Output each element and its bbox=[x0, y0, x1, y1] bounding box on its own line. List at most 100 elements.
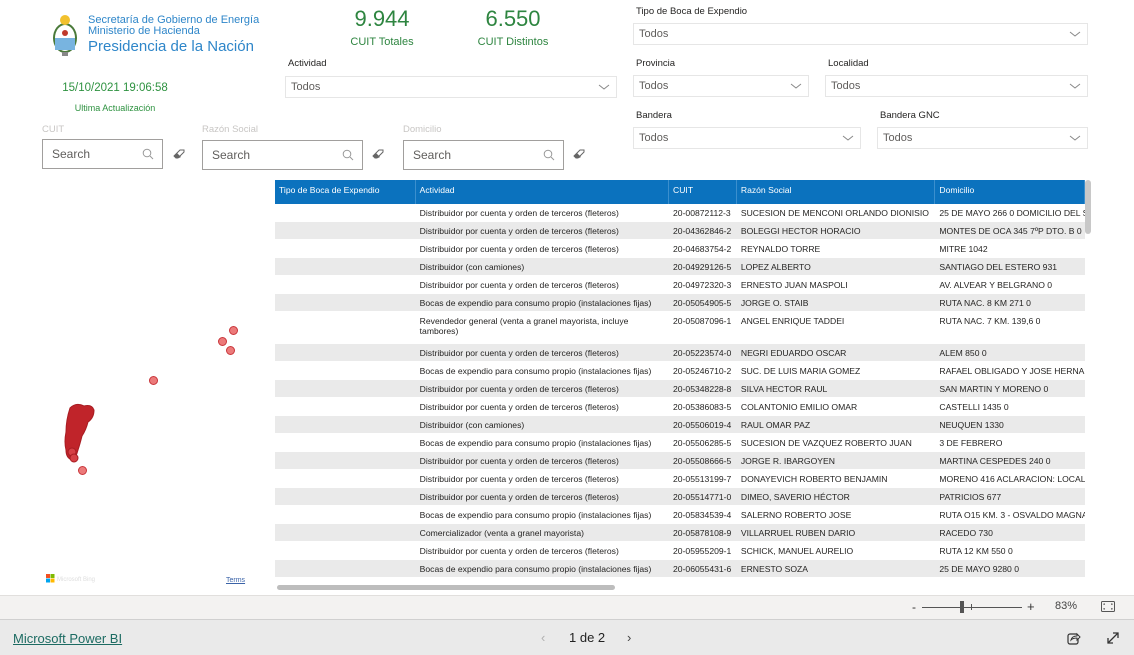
zoom-out-button[interactable]: - bbox=[912, 600, 916, 614]
cell-domicilio: 25 DE MAYO 266 0 DOMICILIO DEL S bbox=[939, 208, 1085, 218]
cell-actividad: Distribuidor por cuenta y orden de terce… bbox=[419, 280, 619, 290]
column-header-domicilio[interactable]: Domicilio bbox=[935, 180, 1085, 204]
kpi-cuit-distintos: 6.550 CUIT Distintos bbox=[453, 6, 573, 48]
map-marker[interactable] bbox=[218, 337, 227, 346]
actividad-label: Actividad bbox=[288, 58, 327, 69]
share-icon[interactable] bbox=[1067, 631, 1081, 645]
tipo-boca-dropdown[interactable]: Todos bbox=[633, 23, 1088, 45]
cell-actividad: Bocas de expendio para consumo propio (i… bbox=[419, 510, 652, 520]
table-row[interactable]: Distribuidor por cuenta y orden de terce… bbox=[275, 222, 1085, 240]
cell-domicilio: NEUQUEN 1330 bbox=[939, 420, 1004, 430]
cell-tipo-boca bbox=[275, 362, 416, 379]
table-row[interactable]: Bocas de expendio para consumo propio (i… bbox=[275, 434, 1085, 452]
table-row[interactable]: Distribuidor por cuenta y orden de terce… bbox=[275, 470, 1085, 488]
zoom-slider-track[interactable] bbox=[922, 607, 1022, 608]
domicilio-search-input[interactable]: Search bbox=[403, 140, 564, 170]
cell-razon-social: ANGEL ENRIQUE TADDEI bbox=[740, 316, 845, 326]
bandera-label: Bandera bbox=[636, 110, 672, 121]
cell-domicilio: MARTINA CESPEDES 240 0 bbox=[939, 456, 1051, 466]
cell-domicilio: SANTIAGO DEL ESTERO 931 bbox=[939, 262, 1058, 272]
cell-cuit: 20-04929126-5 bbox=[673, 262, 732, 272]
next-page-button[interactable]: › bbox=[627, 630, 631, 645]
dropdown-value: Todos bbox=[639, 28, 669, 40]
chevron-down-icon bbox=[790, 83, 802, 89]
search-placeholder: Search bbox=[52, 147, 91, 161]
table-row[interactable]: Distribuidor por cuenta y orden de terce… bbox=[275, 276, 1085, 294]
table-row[interactable]: Bocas de expendio para consumo propio (i… bbox=[275, 362, 1085, 380]
column-header-razon-social[interactable]: Razón Social bbox=[737, 180, 936, 204]
map-marker[interactable] bbox=[78, 466, 87, 475]
table-row[interactable]: Bocas de expendio para consumo propio (i… bbox=[275, 294, 1085, 312]
bandera-dropdown[interactable]: Todos bbox=[633, 127, 861, 149]
map-marker[interactable] bbox=[149, 376, 158, 385]
cell-cuit: 20-05514771-0 bbox=[673, 492, 732, 502]
cell-razon-social: DONAYEVICH ROBERTO BENJAMIN bbox=[740, 474, 888, 484]
table-row[interactable]: Distribuidor por cuenta y orden de terce… bbox=[275, 344, 1085, 362]
domicilio-search-label: Domicilio bbox=[403, 124, 442, 135]
eraser-icon[interactable] bbox=[573, 149, 585, 159]
table-row[interactable]: Distribuidor por cuenta y orden de terce… bbox=[275, 380, 1085, 398]
zoom-slider-handle[interactable] bbox=[960, 601, 964, 613]
cell-tipo-boca bbox=[275, 542, 416, 559]
table-row[interactable]: Bocas de expendio para consumo propio (i… bbox=[275, 506, 1085, 524]
localidad-dropdown[interactable]: Todos bbox=[825, 75, 1088, 97]
table-vertical-scrollbar[interactable] bbox=[1085, 180, 1091, 580]
column-header-actividad[interactable]: Actividad bbox=[416, 180, 670, 204]
scrollbar-thumb[interactable] bbox=[1085, 180, 1091, 234]
power-bi-link[interactable]: Microsoft Power BI bbox=[13, 631, 122, 646]
table-row[interactable]: Revendedor general (venta a granel mayor… bbox=[275, 312, 1085, 344]
table-row[interactable]: Distribuidor por cuenta y orden de terce… bbox=[275, 488, 1085, 506]
cell-domicilio: ALEM 850 0 bbox=[939, 348, 987, 358]
table-row[interactable]: Distribuidor por cuenta y orden de terce… bbox=[275, 240, 1085, 258]
cell-domicilio: 3 DE FEBRERO bbox=[939, 438, 1003, 448]
table-row[interactable]: Distribuidor (con camiones) 20-04929126-5… bbox=[275, 258, 1085, 276]
fit-to-page-icon[interactable] bbox=[1101, 601, 1115, 612]
cell-cuit: 20-05386083-5 bbox=[673, 402, 732, 412]
column-header-cuit[interactable]: CUIT bbox=[669, 180, 737, 204]
cell-actividad: Distribuidor (con camiones) bbox=[419, 420, 525, 430]
chevron-down-icon bbox=[1069, 83, 1081, 89]
chevron-down-icon bbox=[1069, 135, 1081, 141]
cuit-search-label: CUIT bbox=[42, 124, 65, 135]
actividad-dropdown[interactable]: Todos bbox=[285, 76, 617, 98]
map-terms-link[interactable]: Terms bbox=[226, 577, 245, 584]
map-marker[interactable] bbox=[229, 326, 238, 335]
zoom-in-button[interactable]: + bbox=[1027, 599, 1035, 614]
cell-domicilio: AV. ALVEAR Y BELGRANO 0 bbox=[939, 280, 1053, 290]
cell-tipo-boca bbox=[275, 506, 416, 523]
table-row[interactable]: Distribuidor (con camiones) 20-05506019-4… bbox=[275, 416, 1085, 434]
cell-cuit: 20-05513199-7 bbox=[673, 474, 732, 484]
cuit-search-input[interactable]: Search bbox=[42, 139, 163, 169]
scrollbar-thumb[interactable] bbox=[277, 585, 615, 590]
razon-social-search-label: Razón Social bbox=[202, 124, 258, 135]
razon-social-search-input[interactable]: Search bbox=[202, 140, 363, 170]
cell-cuit: 20-05955209-1 bbox=[673, 546, 732, 556]
cell-domicilio: RUTA O15 KM. 3 - OSVALDO MAGNA bbox=[939, 510, 1085, 520]
map-visual[interactable] bbox=[40, 180, 265, 590]
provincia-dropdown[interactable]: Todos bbox=[633, 75, 809, 97]
cell-cuit: 20-00872112-3 bbox=[673, 208, 731, 218]
map-marker[interactable] bbox=[226, 346, 235, 355]
cell-cuit: 20-05348228-8 bbox=[673, 384, 732, 394]
table-row[interactable]: Distribuidor por cuenta y orden de terce… bbox=[275, 204, 1085, 222]
map-marker-cluster[interactable] bbox=[62, 402, 98, 464]
kpi-label: CUIT Totales bbox=[350, 36, 414, 48]
cell-actividad: Bocas de expendio para consumo propio (i… bbox=[419, 366, 652, 376]
fullscreen-icon[interactable] bbox=[1106, 631, 1120, 645]
microsoft-bing-logo: Microsoft Bing bbox=[46, 574, 95, 583]
table-row[interactable]: Distribuidor por cuenta y orden de terce… bbox=[275, 542, 1085, 560]
table-row[interactable]: Distribuidor por cuenta y orden de terce… bbox=[275, 398, 1085, 416]
argentina-coat-of-arms-icon bbox=[53, 15, 77, 56]
table-horizontal-scrollbar[interactable] bbox=[275, 583, 1085, 591]
table-row[interactable]: Bocas de expendio para consumo propio (i… bbox=[275, 560, 1085, 578]
dropdown-value: Todos bbox=[639, 132, 669, 144]
cell-cuit: 20-05223574-0 bbox=[673, 348, 732, 358]
cell-tipo-boca bbox=[275, 452, 416, 469]
bandera-gnc-dropdown[interactable]: Todos bbox=[877, 127, 1088, 149]
column-header-tipo-boca[interactable]: Tipo de Boca de Expendio bbox=[275, 180, 416, 204]
table-row[interactable]: Comercializador (venta a granel mayorist… bbox=[275, 524, 1085, 542]
table-row[interactable]: Distribuidor por cuenta y orden de terce… bbox=[275, 452, 1085, 470]
eraser-icon[interactable] bbox=[173, 149, 185, 159]
previous-page-button[interactable]: ‹ bbox=[541, 630, 545, 645]
eraser-icon[interactable] bbox=[372, 149, 384, 159]
